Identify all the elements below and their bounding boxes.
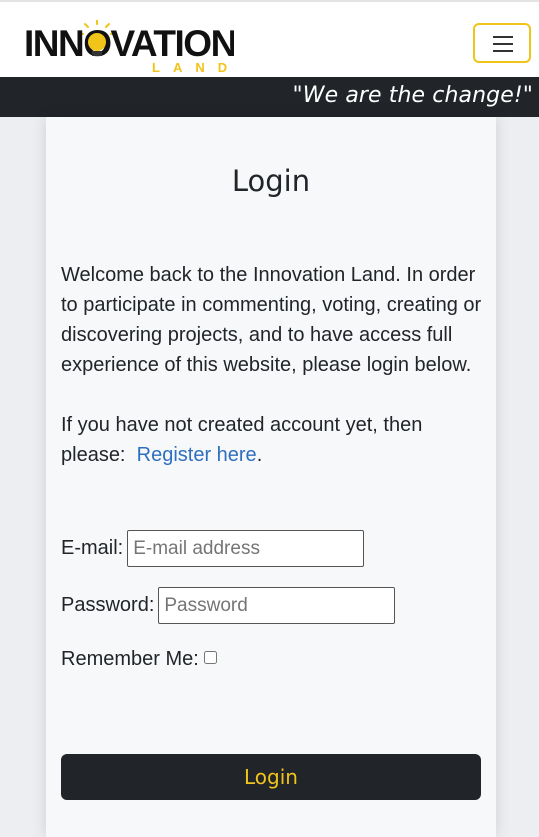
register-link[interactable]: Register here: [137, 444, 257, 466]
slogan-bar: "We are the change!": [0, 77, 539, 117]
page-title: Login: [231, 164, 311, 198]
logo-text-sub: LAND: [152, 60, 234, 75]
register-text: If you have not created account yet, the…: [61, 410, 486, 470]
remember-row: Remember Me:: [61, 648, 217, 671]
intro-text: Welcome back to the Innovation Land. In …: [61, 264, 482, 376]
login-card: Login Welcome back to the Innovation Lan…: [46, 117, 496, 837]
email-row: E-mail:: [61, 530, 365, 567]
remember-checkbox[interactable]: [203, 651, 217, 664]
navbar-toggle-button[interactable]: [473, 23, 531, 63]
top-navbar: INNOVATION LAND: [0, 0, 539, 77]
slogan-text: "We are the change!": [292, 83, 533, 108]
email-field[interactable]: [127, 530, 365, 567]
hamburger-icon: [493, 36, 513, 52]
innovation-land-logo[interactable]: INNOVATION LAND: [24, 20, 234, 76]
email-label: E-mail:: [61, 537, 124, 559]
password-row: Password:: [61, 587, 396, 624]
password-field[interactable]: [158, 587, 396, 624]
register-suffix: .: [256, 444, 263, 466]
logo-text-main: INNOVATION: [24, 23, 234, 64]
remember-label: Remember Me:: [61, 648, 199, 670]
login-button[interactable]: Login: [61, 754, 481, 800]
password-label: Password:: [61, 594, 155, 616]
